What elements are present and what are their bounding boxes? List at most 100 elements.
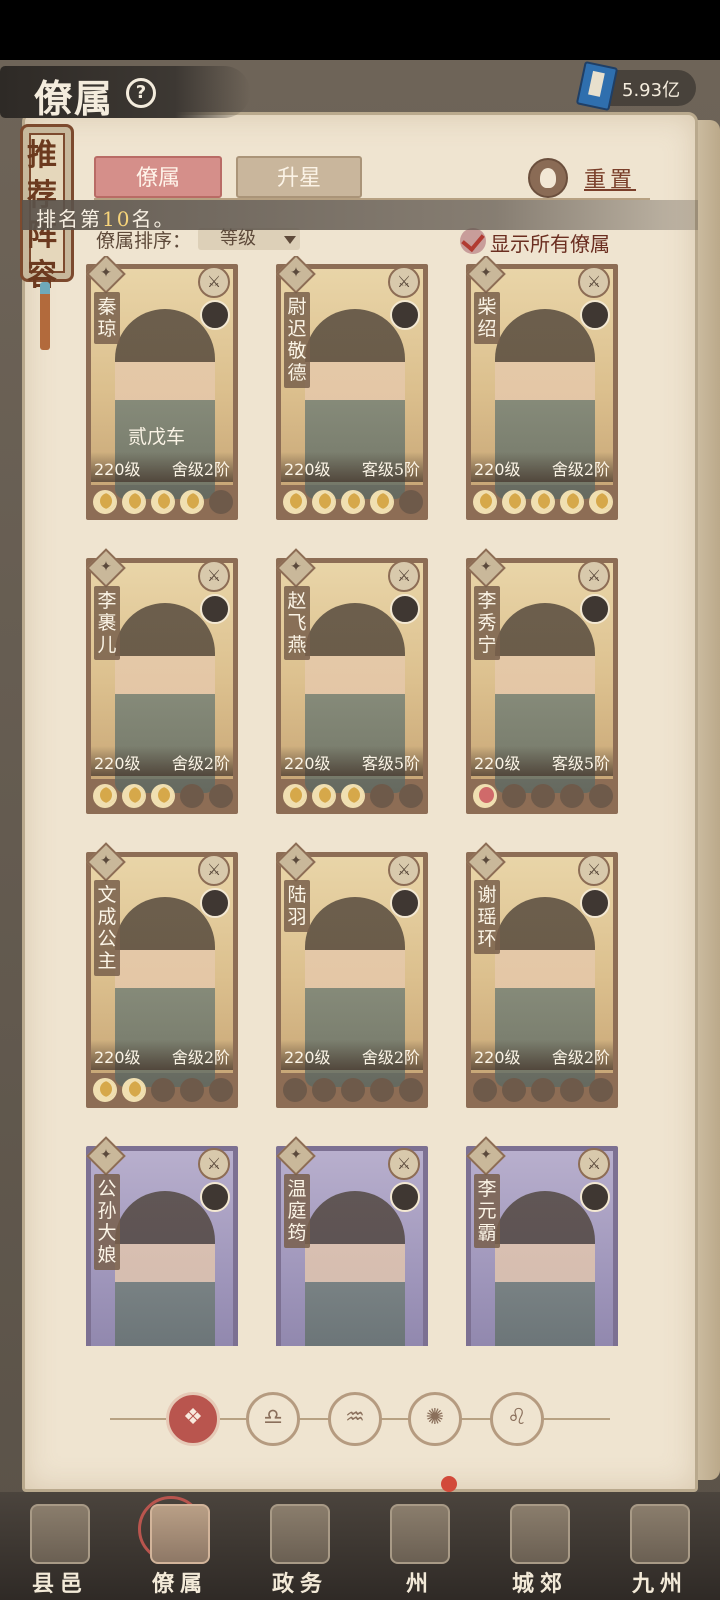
partner-avatar [390, 1182, 420, 1212]
building-icon [30, 1504, 90, 1564]
character-rank: 舍级2阶 [361, 1048, 420, 1067]
companion-card[interactable]: ✦ ⚔ 文成公主 220级 舍级2阶 [86, 842, 238, 1108]
lion-filter-icon[interactable]: ♌ [490, 1392, 544, 1446]
chevron-down-icon [284, 236, 296, 244]
moon-star-icon [209, 490, 233, 514]
partner-avatar [200, 594, 230, 624]
moon-star-icon [473, 490, 497, 514]
moon-star-icon [473, 1078, 497, 1102]
character-level: 220级 [94, 1048, 141, 1067]
character-name: 赵飞燕 [284, 586, 310, 660]
character-name: 尉迟敬德 [284, 292, 310, 388]
flower-icon: ⚔ [388, 560, 420, 592]
partner-avatar [580, 888, 610, 918]
yinyang-icon: ⚔ [388, 1148, 420, 1180]
character-name: 文成公主 [94, 880, 120, 976]
companion-card[interactable]: ✦ ⚔ 李元霸 [466, 1136, 618, 1346]
companion-card[interactable]: ✦ ⚔ 李裹儿 220级 舍级2阶 [86, 548, 238, 814]
character-rank: 客级5阶 [361, 460, 420, 479]
moon-star-icon [341, 784, 365, 808]
moon-star-icon [502, 784, 526, 808]
companion-card[interactable]: ✦ ⚔ 赵飞燕 220级 客级5阶 [276, 548, 428, 814]
moon-star-icon [180, 490, 204, 514]
moon-star-icon [122, 784, 146, 808]
moon-star-icon [399, 1078, 423, 1102]
companion-card[interactable]: ✦ ⚔ 柴绍 220级 舍级2阶 [466, 256, 618, 520]
character-level: 220级 [474, 1048, 521, 1067]
tab-subordinates[interactable]: 僚属 [94, 156, 222, 198]
cat-filter-icon[interactable]: ♒ [328, 1392, 382, 1446]
character-name: 谢瑶环 [474, 880, 500, 954]
lion-icon: ✦ [480, 559, 492, 575]
fan-icon: ✦ [290, 559, 302, 575]
bell-icon: ✦ [480, 853, 492, 869]
building-icon [390, 1504, 450, 1564]
companion-card[interactable]: ✦ ⚔ 温庭筠 [276, 1136, 428, 1346]
character-level: 220级 [94, 460, 141, 479]
character-rank: 客级5阶 [551, 754, 610, 773]
moon-star-icon [531, 490, 555, 514]
shield-icon: ⚔ [198, 854, 230, 886]
star-row [283, 490, 423, 514]
moon-star-icon [560, 1078, 584, 1102]
reset-button[interactable]: 重置 [584, 162, 636, 194]
star-row [93, 1078, 233, 1102]
nav-item[interactable]: 僚属 [130, 1500, 230, 1598]
shield-icon: ⚔ [578, 1148, 610, 1180]
show-all-label[interactable]: 显示所有僚属 [490, 228, 610, 257]
partner-avatar [200, 888, 230, 918]
character-rank: 客级5阶 [361, 754, 420, 773]
partner-avatar [200, 1182, 230, 1212]
sword-icon: ⚔ [198, 266, 230, 298]
character-level: 220级 [94, 754, 141, 773]
help-icon[interactable]: ? [126, 78, 156, 108]
character-level: 220级 [474, 460, 521, 479]
moon-star-icon [93, 784, 117, 808]
nav-item[interactable]: 县邑 [10, 1500, 110, 1598]
partner-avatar [390, 594, 420, 624]
companion-card[interactable]: ✦ ⚔ 秦琼 贰戊车 220级 舍级2阶 [86, 256, 238, 520]
reset-icon[interactable] [528, 158, 568, 198]
nav-item[interactable]: 州 [370, 1500, 470, 1598]
tab-star-up[interactable]: 升星 [236, 156, 362, 198]
star-row [283, 784, 423, 808]
companion-card[interactable]: ✦ ⚔ 陆羽 220级 舍级2阶 [276, 842, 428, 1108]
character-level: 220级 [284, 460, 331, 479]
moon-star-icon [209, 1078, 233, 1102]
character-figure [305, 1191, 405, 1346]
all-filter-icon[interactable]: ❖ [166, 1392, 220, 1446]
nav-label: 城郊 [511, 1571, 568, 1597]
building-icon [270, 1504, 330, 1564]
nav-label: 僚属 [151, 1571, 208, 1597]
checkmark-icon[interactable] [460, 228, 486, 254]
character-rank: 舍级2阶 [551, 1048, 610, 1067]
bell-icon: ✦ [290, 1147, 302, 1163]
nav-label: 九州 [631, 1571, 688, 1597]
companion-card[interactable]: ✦ ⚔ 谢瑶环 220级 舍级2阶 [466, 842, 618, 1108]
star-row [473, 490, 613, 514]
moon-star-icon [312, 1078, 336, 1102]
companion-card[interactable]: ✦ ⚔ 尉迟敬德 220级 客级5阶 [276, 256, 428, 520]
moon-star-icon [370, 784, 394, 808]
lion-icon: ✦ [100, 559, 112, 575]
star-row [93, 784, 233, 808]
character-rank: 舍级2阶 [171, 1048, 230, 1067]
nav-item[interactable]: 城郊 [490, 1500, 590, 1598]
companion-card[interactable]: ✦ ⚔ 公孙大娘 [86, 1136, 238, 1346]
moon-star-icon [531, 1078, 555, 1102]
partner-avatar [580, 1182, 610, 1212]
nav-item[interactable]: 政务 [250, 1500, 350, 1598]
moon-star-icon [312, 490, 336, 514]
fan-filter-icon[interactable]: ✺ [408, 1392, 462, 1446]
moon-star-icon [370, 490, 394, 514]
sword-icon: ⚔ [388, 266, 420, 298]
book-icon: ⚔ [388, 854, 420, 886]
moon-star-icon [502, 1078, 526, 1102]
companion-card[interactable]: ✦ ⚔ 李秀宁 220级 客级5阶 [466, 548, 618, 814]
moon-star-icon [589, 490, 613, 514]
character-figure [495, 1191, 595, 1346]
bell-filter-icon[interactable]: ♎ [246, 1392, 300, 1446]
moon-star-icon [93, 490, 117, 514]
lion-icon: ✦ [100, 265, 112, 281]
nav-item[interactable]: 九州 [610, 1500, 710, 1598]
